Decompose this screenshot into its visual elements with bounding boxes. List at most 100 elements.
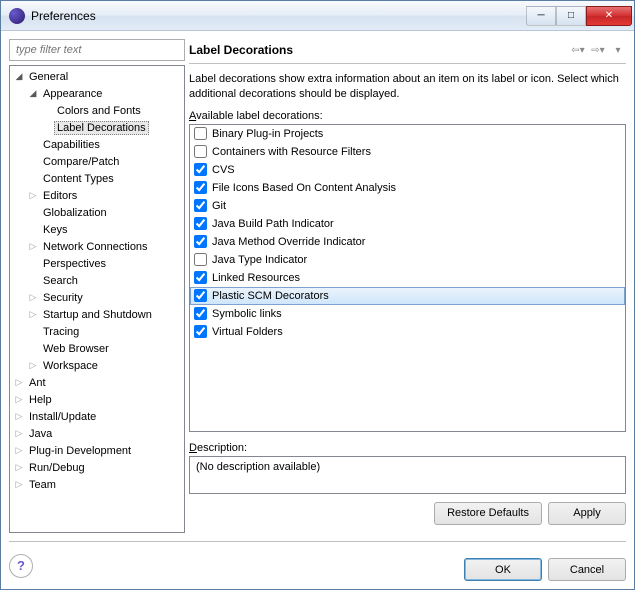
decoration-label: CVS bbox=[212, 164, 235, 176]
tree-item[interactable]: ▷Network Connections bbox=[10, 238, 184, 255]
list-item[interactable]: Plastic SCM Decorators bbox=[190, 287, 625, 305]
list-item[interactable]: Symbolic links bbox=[190, 305, 625, 323]
tree-item[interactable]: Label Decorations bbox=[10, 119, 184, 136]
help-icon[interactable]: ? bbox=[9, 554, 33, 578]
list-item[interactable]: Java Build Path Indicator bbox=[190, 215, 625, 233]
minimize-button[interactable]: ─ bbox=[526, 6, 556, 26]
tree-item[interactable]: ▷Security bbox=[10, 289, 184, 306]
maximize-button[interactable]: □ bbox=[556, 6, 586, 26]
cancel-button[interactable]: Cancel bbox=[548, 558, 626, 581]
tree-item[interactable]: Search bbox=[10, 272, 184, 289]
decoration-checkbox[interactable] bbox=[194, 199, 207, 212]
tree-item[interactable]: ▷Install/Update bbox=[10, 408, 184, 425]
tree-item-label: Run/Debug bbox=[26, 462, 88, 474]
twisty-closed-icon[interactable]: ▷ bbox=[26, 309, 40, 320]
tree-item[interactable]: ▷Plug-in Development bbox=[10, 442, 184, 459]
decoration-checkbox[interactable] bbox=[194, 307, 207, 320]
decoration-checkbox[interactable] bbox=[194, 145, 207, 158]
decoration-checkbox[interactable] bbox=[194, 127, 207, 140]
decoration-label: Virtual Folders bbox=[212, 326, 283, 338]
tree-item[interactable]: Web Browser bbox=[10, 340, 184, 357]
tree-item[interactable]: ▷Editors bbox=[10, 187, 184, 204]
page-header: Label Decorations ⇦▾ ⇨▾ ▾ bbox=[189, 39, 626, 61]
decoration-checkbox[interactable] bbox=[194, 217, 207, 230]
page-intro: Label decorations show extra information… bbox=[189, 72, 626, 102]
twisty-open-icon[interactable]: ◢ bbox=[12, 71, 26, 82]
tree-item[interactable]: ▷Help bbox=[10, 391, 184, 408]
apply-button[interactable]: Apply bbox=[548, 502, 626, 525]
tree-item[interactable]: ▷Run/Debug bbox=[10, 459, 184, 476]
twisty-open-icon[interactable]: ◢ bbox=[26, 88, 40, 99]
titlebar[interactable]: Preferences ─ □ ✕ bbox=[1, 1, 634, 31]
twisty-closed-icon[interactable]: ▷ bbox=[12, 462, 26, 473]
forward-icon[interactable]: ⇨▾ bbox=[590, 42, 606, 58]
tree-item[interactable]: Globalization bbox=[10, 204, 184, 221]
list-item[interactable]: Containers with Resource Filters bbox=[190, 143, 625, 161]
restore-defaults-button[interactable]: Restore Defaults bbox=[434, 502, 542, 525]
tree-item-label: Compare/Patch bbox=[40, 156, 122, 168]
twisty-closed-icon[interactable]: ▷ bbox=[12, 411, 26, 422]
app-icon bbox=[9, 8, 25, 24]
back-icon[interactable]: ⇦▾ bbox=[570, 42, 586, 58]
tree-item[interactable]: Colors and Fonts bbox=[10, 102, 184, 119]
tree-item-label: Workspace bbox=[40, 360, 101, 372]
twisty-closed-icon[interactable]: ▷ bbox=[26, 360, 40, 371]
twisty-closed-icon[interactable]: ▷ bbox=[26, 292, 40, 303]
tree-item-label: Search bbox=[40, 275, 81, 287]
decoration-label: Git bbox=[212, 200, 226, 212]
close-button[interactable]: ✕ bbox=[586, 6, 632, 26]
tree-item[interactable]: Content Types bbox=[10, 170, 184, 187]
tree-item[interactable]: ◢General bbox=[10, 68, 184, 85]
tree-item-label: Help bbox=[26, 394, 55, 406]
list-item[interactable]: File Icons Based On Content Analysis bbox=[190, 179, 625, 197]
decoration-checkbox[interactable] bbox=[194, 325, 207, 338]
decoration-checkbox[interactable] bbox=[194, 235, 207, 248]
decoration-checkbox[interactable] bbox=[194, 181, 207, 194]
tree-item-label: Plug-in Development bbox=[26, 445, 134, 457]
twisty-closed-icon[interactable]: ▷ bbox=[12, 377, 26, 388]
list-item[interactable]: Virtual Folders bbox=[190, 323, 625, 341]
twisty-closed-icon[interactable]: ▷ bbox=[26, 190, 40, 201]
tree-item-label: Java bbox=[26, 428, 55, 440]
tree-item[interactable]: Perspectives bbox=[10, 255, 184, 272]
preferences-window: Preferences ─ □ ✕ ◢General◢AppearanceCol… bbox=[0, 0, 635, 590]
list-item[interactable]: Java Method Override Indicator bbox=[190, 233, 625, 251]
tree-item[interactable]: ▷Team bbox=[10, 476, 184, 493]
tree-item[interactable]: Keys bbox=[10, 221, 184, 238]
filter-input[interactable] bbox=[9, 39, 185, 61]
tree-item-label: Colors and Fonts bbox=[54, 105, 144, 117]
decoration-label: Binary Plug-in Projects bbox=[212, 128, 323, 140]
twisty-closed-icon[interactable]: ▷ bbox=[12, 479, 26, 490]
list-item[interactable]: Binary Plug-in Projects bbox=[190, 125, 625, 143]
tree-item[interactable]: ▷Ant bbox=[10, 374, 184, 391]
list-item[interactable]: CVS bbox=[190, 161, 625, 179]
decoration-checkbox[interactable] bbox=[194, 163, 207, 176]
twisty-closed-icon[interactable]: ▷ bbox=[26, 241, 40, 252]
list-item[interactable]: Linked Resources bbox=[190, 269, 625, 287]
decoration-label: Java Build Path Indicator bbox=[212, 218, 334, 230]
ok-button[interactable]: OK bbox=[464, 558, 542, 581]
preferences-tree[interactable]: ◢General◢AppearanceColors and FontsLabel… bbox=[9, 65, 185, 533]
description-box: (No description available) bbox=[189, 456, 626, 494]
tree-item[interactable]: Capabilities bbox=[10, 136, 184, 153]
list-item[interactable]: Git bbox=[190, 197, 625, 215]
twisty-closed-icon[interactable]: ▷ bbox=[12, 445, 26, 456]
decoration-checkbox[interactable] bbox=[194, 289, 207, 302]
twisty-closed-icon[interactable]: ▷ bbox=[12, 394, 26, 405]
left-pane: ◢General◢AppearanceColors and FontsLabel… bbox=[9, 39, 185, 533]
tree-item[interactable]: Compare/Patch bbox=[10, 153, 184, 170]
menu-icon[interactable]: ▾ bbox=[610, 42, 626, 58]
list-item[interactable]: Java Type Indicator bbox=[190, 251, 625, 269]
tree-item[interactable]: ▷Java bbox=[10, 425, 184, 442]
tree-item[interactable]: ▷Startup and Shutdown bbox=[10, 306, 184, 323]
decoration-checkbox[interactable] bbox=[194, 271, 207, 284]
tree-item[interactable]: ◢Appearance bbox=[10, 85, 184, 102]
decorations-list[interactable]: Binary Plug-in Projects Containers with R… bbox=[189, 124, 626, 432]
twisty-closed-icon[interactable]: ▷ bbox=[12, 428, 26, 439]
decoration-checkbox[interactable] bbox=[194, 253, 207, 266]
content-area: ◢General◢AppearanceColors and FontsLabel… bbox=[1, 31, 634, 541]
tree-item-label: Keys bbox=[40, 224, 70, 236]
tree-item[interactable]: ▷Workspace bbox=[10, 357, 184, 374]
tree-item-label: Appearance bbox=[40, 88, 105, 100]
tree-item[interactable]: Tracing bbox=[10, 323, 184, 340]
